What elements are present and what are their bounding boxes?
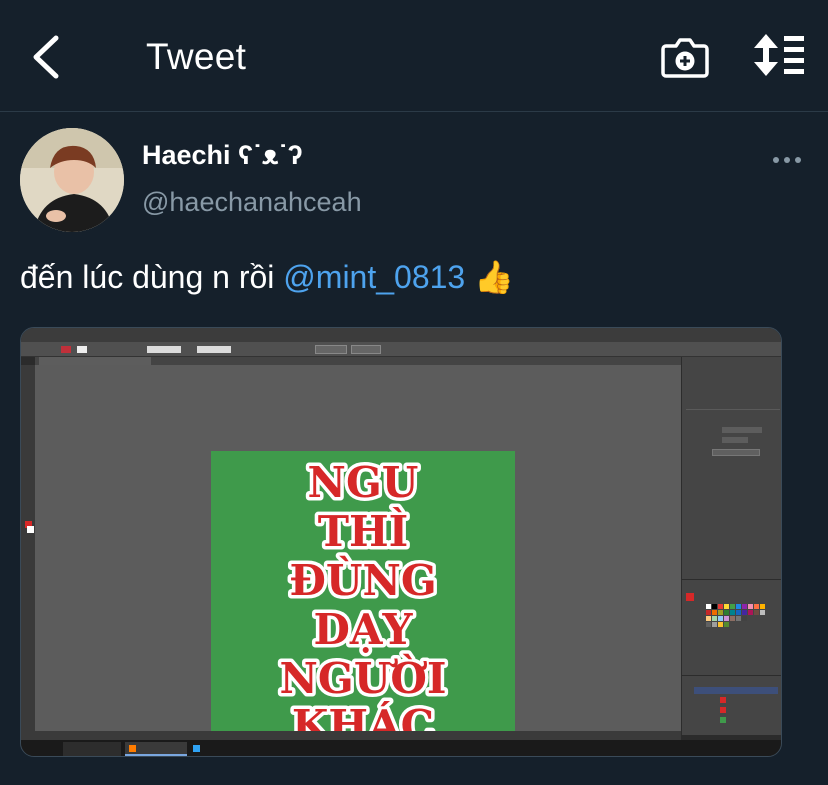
document-tabs — [35, 357, 681, 365]
user-handle[interactable]: @haechanahceah — [142, 187, 362, 218]
artwork-line: DẠY — [314, 605, 414, 654]
avatar-image — [20, 128, 124, 232]
back-arrow-icon[interactable] — [22, 30, 70, 84]
tweet-media-image[interactable]: NGU THÌ ĐÙNG DẠY NGƯỜI KHÁC — [20, 327, 782, 757]
status-bar — [21, 731, 681, 740]
artboard: NGU THÌ ĐÙNG DẠY NGƯỜI KHÁC — [211, 451, 515, 755]
more-dots-icon[interactable] — [772, 150, 802, 170]
toolbar — [21, 365, 35, 735]
camera-add-icon[interactable] — [660, 32, 710, 80]
windows-taskbar — [21, 740, 781, 756]
properties-panel — [681, 357, 781, 735]
artwork-text: NGU THÌ ĐÙNG DẠY NGƯỜI KHÁC — [276, 455, 450, 754]
artwork-line: NGU — [308, 458, 419, 507]
sort-icon[interactable] — [752, 34, 806, 76]
emoji: 👍 — [474, 259, 514, 295]
mention-link[interactable]: @mint_0813 — [283, 259, 465, 295]
artwork-line: NGƯỜI — [279, 653, 446, 703]
tweet-text: đến lúc dùng n rồi @mint_0813 👍 — [20, 258, 514, 296]
avatar[interactable] — [20, 128, 124, 232]
thumbs-up-emoji — [465, 259, 474, 295]
app-menubar — [21, 328, 781, 342]
canvas-area: NGU THÌ ĐÙNG DẠY NGƯỜI KHÁC — [35, 365, 681, 755]
page-title: Tweet — [146, 36, 247, 77]
tweet-text-body: đến lúc dùng n rồi — [20, 259, 284, 295]
display-name[interactable]: Haechi ʕ˙ᴥ˙ʔ — [142, 140, 303, 171]
app-control-bar — [21, 342, 781, 357]
artwork-line: ĐÙNG — [289, 555, 437, 605]
top-bar: Tweet — [0, 0, 828, 112]
swatch-grid — [706, 604, 765, 627]
artwork-line: THÌ — [318, 506, 409, 556]
